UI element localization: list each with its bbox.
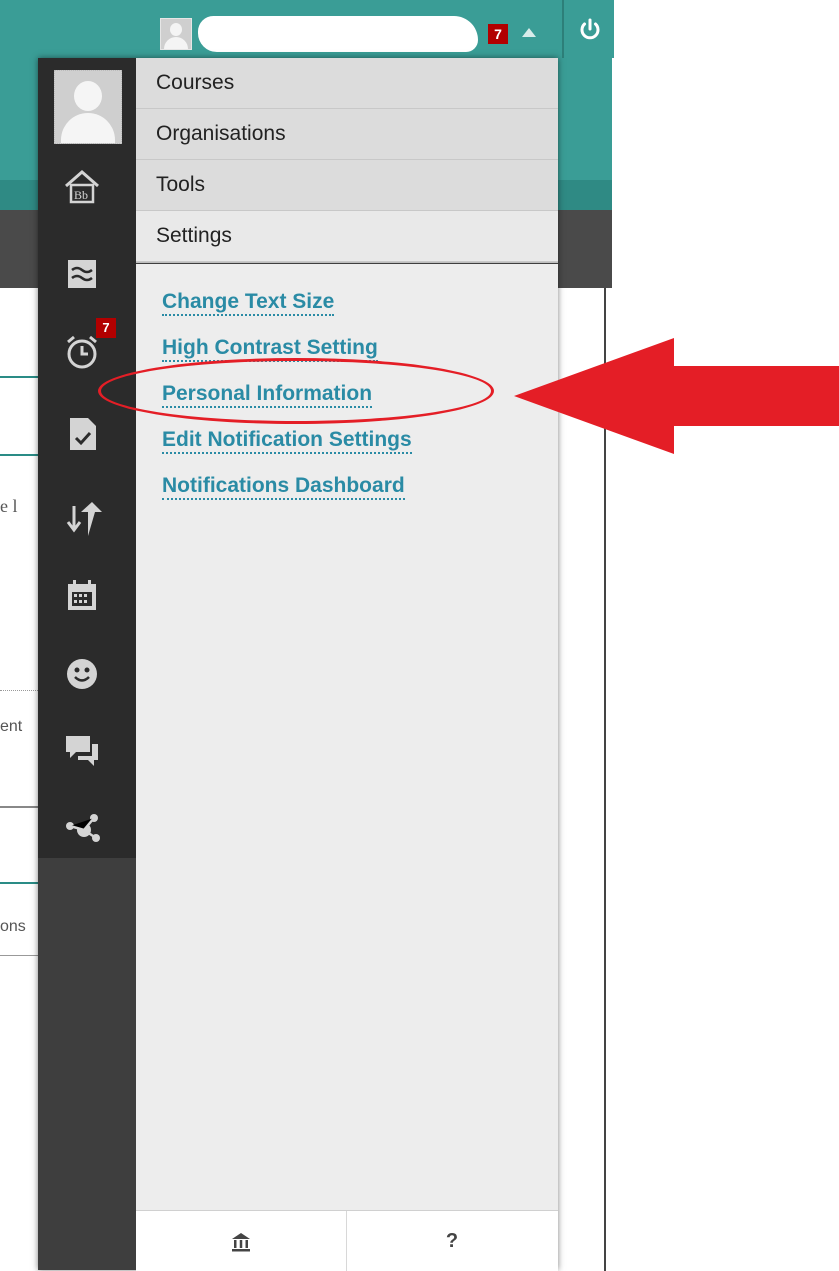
content-divider	[0, 806, 40, 808]
avatar[interactable]	[54, 70, 122, 144]
updown-arrows-icon[interactable]	[62, 500, 102, 540]
help-button[interactable]: ?	[347, 1211, 557, 1271]
category-courses[interactable]: Courses	[136, 58, 558, 109]
red-arrow-icon	[514, 338, 839, 454]
stream-icon[interactable]	[62, 254, 102, 294]
calendar-icon[interactable]	[62, 576, 102, 616]
notifications-dashboard-link[interactable]: Notifications Dashboard	[162, 474, 405, 500]
redacted-user-name	[198, 16, 478, 52]
content-divider	[0, 955, 40, 956]
alarm-clock-icon[interactable]	[62, 332, 102, 372]
category-settings[interactable]: Settings	[136, 211, 558, 262]
highlight-ellipse	[98, 358, 494, 424]
edit-notification-settings-link[interactable]: Edit Notification Settings	[162, 428, 412, 454]
notification-badge[interactable]: 7	[488, 24, 508, 44]
change-text-size-link[interactable]: Change Text Size	[162, 290, 335, 316]
content-divider	[0, 690, 40, 691]
institution-icon[interactable]	[136, 1211, 346, 1271]
chat-icon[interactable]	[62, 730, 102, 770]
menu-footer: ?	[136, 1210, 558, 1271]
power-icon[interactable]	[578, 18, 600, 40]
caret-up-icon[interactable]	[522, 28, 536, 37]
checklist-icon[interactable]	[62, 414, 102, 454]
category-list: Courses Organisations Tools Settings	[136, 58, 558, 263]
content-text-fragment: ons	[0, 918, 26, 935]
notification-badge: 7	[96, 318, 116, 338]
content-text-fragment: e l	[0, 496, 18, 516]
content-divider	[0, 376, 40, 378]
svg-text:Bb: Bb	[74, 188, 88, 202]
category-tools[interactable]: Tools	[136, 160, 558, 211]
content-divider	[0, 454, 40, 456]
network-icon[interactable]	[62, 808, 102, 848]
category-organisations[interactable]: Organisations	[136, 109, 558, 160]
content-text-fragment: ent	[0, 718, 23, 735]
content-divider	[0, 882, 40, 884]
smiley-icon[interactable]	[62, 654, 102, 694]
user-avatar-small	[160, 18, 192, 50]
home-icon[interactable]: Bb	[62, 166, 102, 206]
